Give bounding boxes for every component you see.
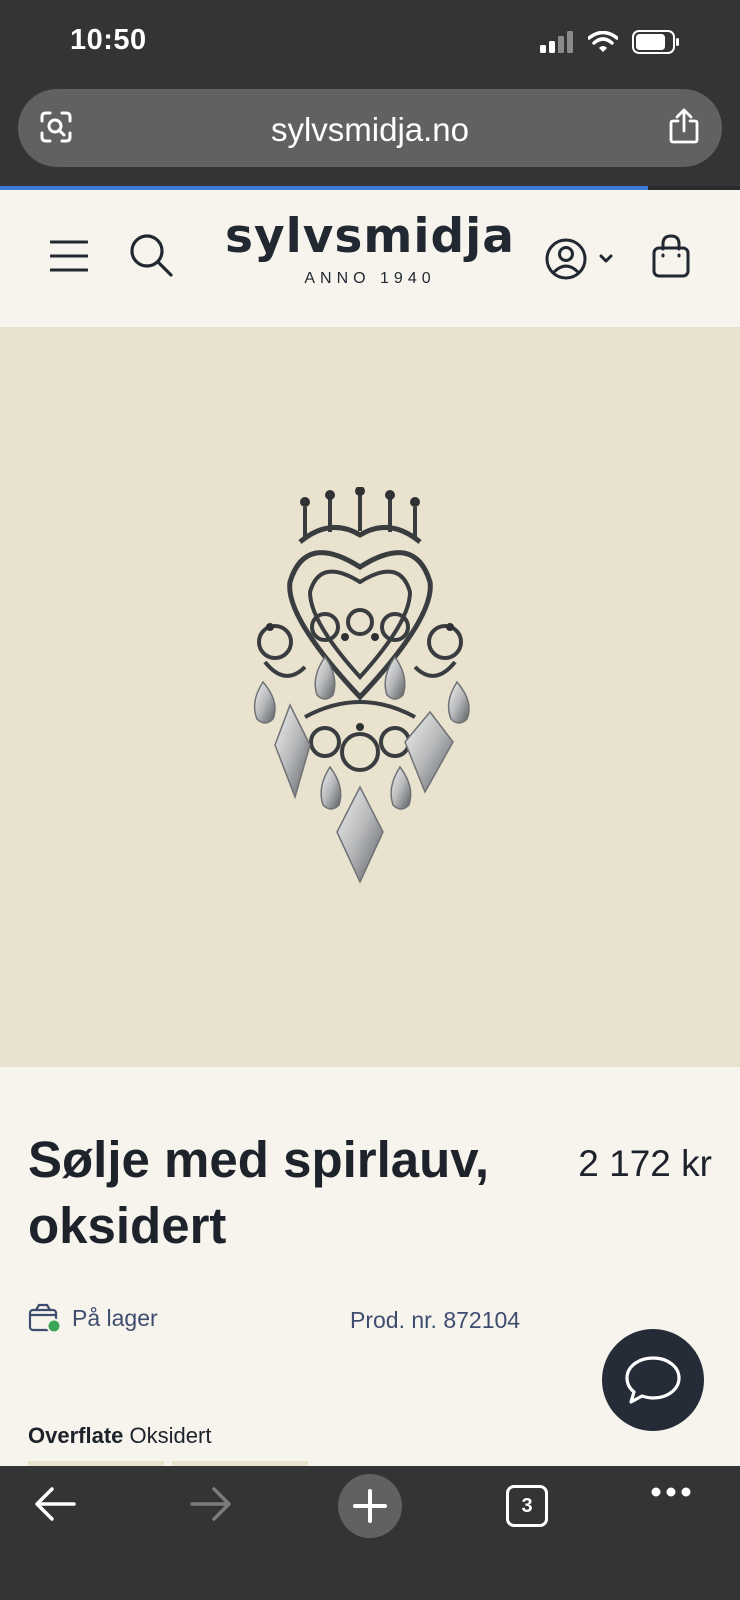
signal-icon [540, 31, 573, 53]
forward-icon[interactable] [190, 1486, 232, 1522]
more-icon[interactable] [650, 1486, 692, 1498]
stock-box-icon [28, 1303, 62, 1333]
logo-subtitle: ANNO 1940 [304, 270, 436, 287]
surface-option: Overflate Oksidert [28, 1423, 211, 1449]
status-bar: 10:50 [0, 0, 740, 86]
product-title: Sølje med spirlauv, oksidert [28, 1131, 490, 1254]
status-time: 10:50 [70, 24, 147, 56]
browser-bottom-bar: 3 [0, 1466, 740, 1600]
battery-icon [632, 30, 679, 54]
surface-label: Overflate [28, 1423, 124, 1448]
plus-icon [353, 1489, 387, 1523]
product-price: 2 172 kr [578, 1143, 712, 1184]
chat-button[interactable] [602, 1329, 704, 1431]
wifi-icon [588, 31, 618, 52]
stock-status: På lager [28, 1303, 158, 1333]
share-icon[interactable] [668, 107, 700, 145]
site-logo[interactable]: sylvsmidja ANNO 1940 [0, 208, 740, 288]
brooch-illustration [253, 487, 470, 884]
status-icons [540, 30, 680, 54]
new-tab-button[interactable] [338, 1474, 402, 1538]
product-number: Prod. nr. 872104 [350, 1307, 521, 1333]
product-image[interactable] [0, 327, 740, 1067]
url-text[interactable]: sylvsmidja.no [18, 111, 722, 149]
chat-icon [625, 1356, 681, 1404]
site-header: sylvsmidja ANNO 1940 [0, 190, 740, 327]
back-icon[interactable] [34, 1486, 76, 1522]
tabs-icon[interactable]: 3 [506, 1485, 548, 1527]
stock-label: På lager [72, 1304, 158, 1331]
cart-icon[interactable] [652, 234, 690, 278]
surface-value: Oksidert [129, 1423, 212, 1448]
chevron-down-icon [599, 254, 613, 263]
product-info: Sølje med spirlauv, oksidert 2 172 kr På… [0, 1067, 740, 1471]
url-bar[interactable]: sylvsmidja.no [18, 89, 722, 167]
logo-text: sylvsmidja [225, 209, 515, 264]
account-icon[interactable] [544, 236, 618, 282]
browser-toolbar: sylvsmidja.no [0, 86, 740, 188]
